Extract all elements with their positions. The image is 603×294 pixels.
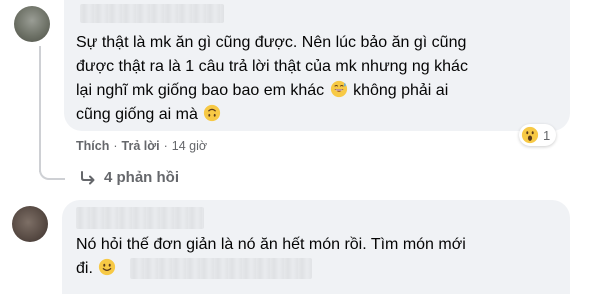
comment-timestamp[interactable]: 14 giờ <box>172 139 207 153</box>
smile-emoji <box>99 258 116 276</box>
separator-dot: · <box>163 139 168 153</box>
comment-text-segment: lại nghĩ mk giống bao bao em khác <box>76 82 325 99</box>
replies-count-label: 4 phản hồi <box>104 169 179 186</box>
redacted-text <box>130 258 312 279</box>
comment-text-line: Sự thật là mk ăn gì cũng được. Nên lúc b… <box>76 34 467 51</box>
thread-connector-curve <box>39 166 65 180</box>
comment-text-line: đi. <box>76 258 117 281</box>
reaction-summary[interactable]: 1 <box>519 124 557 146</box>
reaction-count: 1 <box>543 127 551 143</box>
comment-text-line: lại nghĩ mk giống bao bao em khác không … <box>76 80 448 103</box>
grinning-sweat-emoji <box>330 80 347 98</box>
avatar[interactable] <box>14 6 50 42</box>
comment-text-line: cũng giống ai mà <box>76 104 222 127</box>
separator-dot: · <box>113 139 118 153</box>
thread-connector-line <box>39 46 41 172</box>
comment-text-segment: không phải ai <box>353 82 449 99</box>
upside-down-face-emoji <box>204 104 221 122</box>
comment-text-segment: đi. <box>76 260 93 277</box>
like-button[interactable]: Thích <box>76 139 109 153</box>
view-replies-link[interactable]: 4 phản hồi <box>80 169 179 186</box>
comment-actions: Thích · Trả lời · 14 giờ <box>76 139 207 153</box>
comment-text-line: Nó hỏi thế đơn giản là nó ăn hết món rồi… <box>76 236 466 253</box>
redacted-author-name <box>76 207 204 229</box>
comment-text-segment: cũng giống ai mà <box>76 106 198 123</box>
reply-button[interactable]: Trả lời <box>122 139 160 153</box>
reply-arrow-icon <box>81 170 95 184</box>
comment-text-line: được thật ra là 1 câu trả lời thật của m… <box>76 58 468 75</box>
wow-reaction-icon <box>521 126 539 144</box>
redacted-author-name <box>80 4 224 23</box>
avatar[interactable] <box>12 206 48 242</box>
